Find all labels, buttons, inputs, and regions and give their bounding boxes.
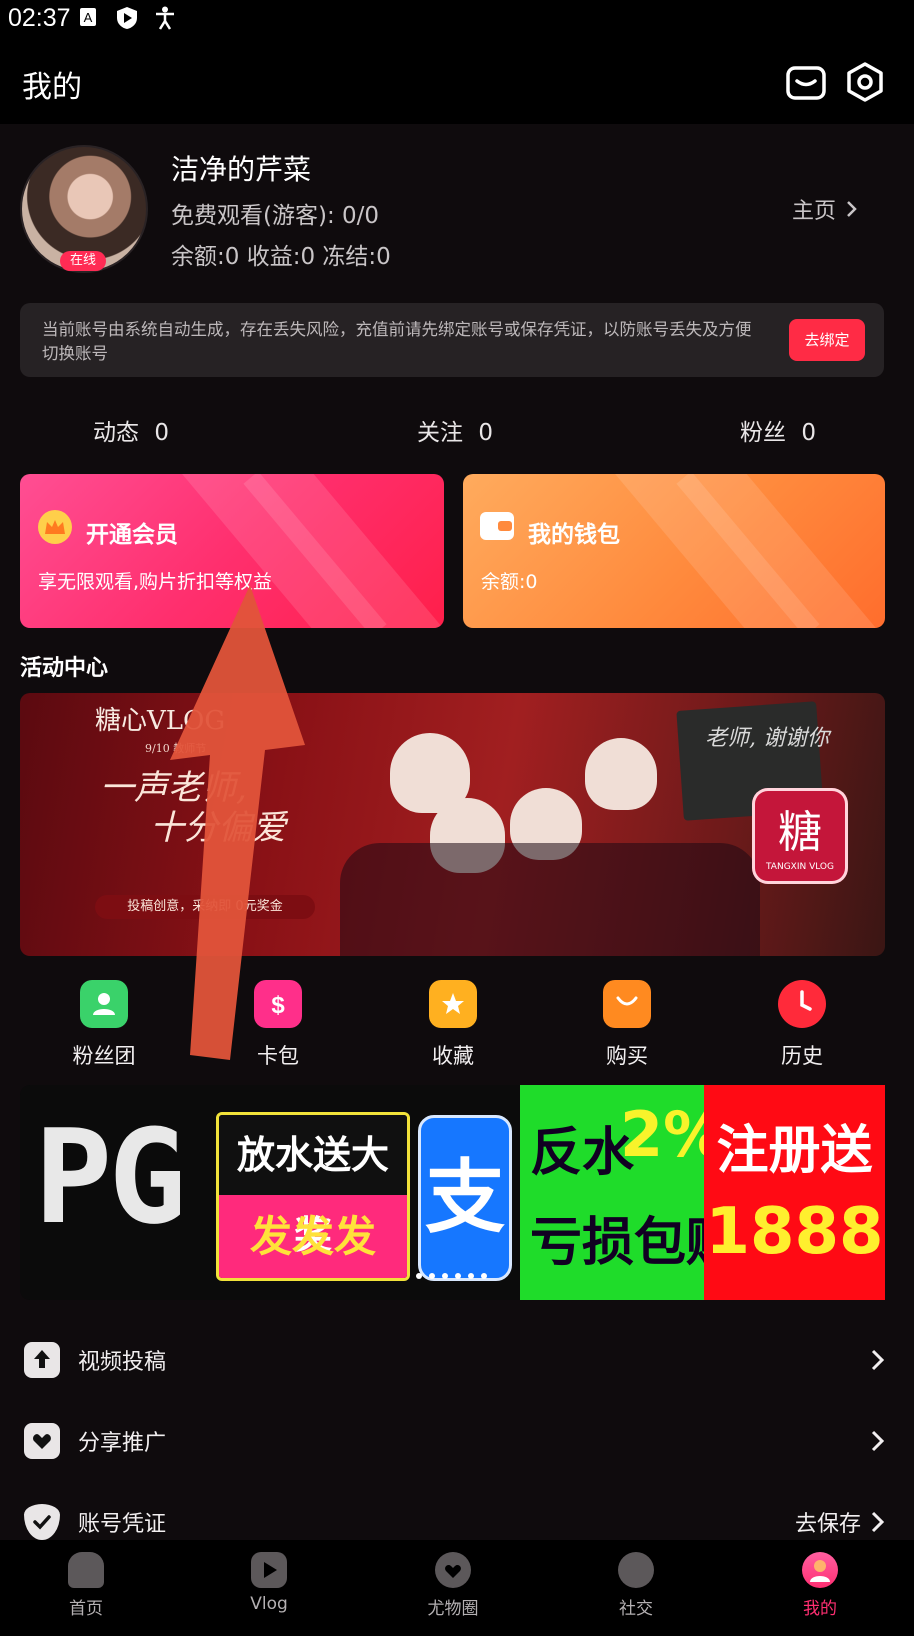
menu-share-promote[interactable]: 分享推广 xyxy=(20,1411,885,1471)
menu-label: 视频投稿 xyxy=(78,1350,167,1375)
tangxin-badge-char: 糖 xyxy=(778,807,822,858)
chevron-right-icon xyxy=(871,1511,885,1533)
stat-following[interactable]: 关注 0 xyxy=(417,413,493,447)
clock-icon xyxy=(778,980,826,1028)
annotation-arrow xyxy=(170,585,305,1060)
play-icon xyxy=(251,1552,287,1588)
nav-label: 我的 xyxy=(803,1599,837,1619)
nav-vlog[interactable]: Vlog xyxy=(209,1552,329,1614)
shortcut-label: 购买 xyxy=(606,1044,648,1068)
bind-account-button[interactable]: 去绑定 xyxy=(789,319,865,361)
menu-right xyxy=(871,1349,885,1371)
wallet-icon xyxy=(480,512,514,540)
svg-text:A: A xyxy=(84,10,93,25)
planet-icon xyxy=(618,1552,654,1588)
nav-label: 尤物圈 xyxy=(427,1599,479,1619)
accessibility-icon xyxy=(154,6,174,30)
share-icon xyxy=(24,1423,60,1459)
shortcut-favorites[interactable]: 收藏 xyxy=(393,980,513,1070)
status-icons: A xyxy=(78,6,174,30)
ad-signup-line2: 1888 xyxy=(705,1195,884,1269)
stat-posts[interactable]: 动态 0 xyxy=(93,413,169,447)
home-icon xyxy=(68,1552,104,1588)
page-title: 我的 xyxy=(22,70,82,105)
shopping-bag-icon xyxy=(603,980,651,1028)
menu-label: 分享推广 xyxy=(78,1431,167,1456)
heart-circle-icon xyxy=(435,1552,471,1588)
ad-prize-top: 放水送大奖 xyxy=(219,1115,407,1257)
menu-label: 账号凭证 xyxy=(78,1512,167,1537)
stat-fans-value: 0 xyxy=(801,420,816,446)
shield-play-icon xyxy=(116,6,137,29)
top-app-bar xyxy=(0,40,914,124)
nav-mine[interactable]: 我的 xyxy=(760,1552,880,1619)
stat-posts-value: 0 xyxy=(154,420,169,446)
font-icon: A xyxy=(78,6,98,28)
online-badge: 在线 xyxy=(60,251,106,271)
wallet-card-subtitle: 余额:0 xyxy=(481,571,538,593)
menu-right: 去保存 xyxy=(795,1506,885,1538)
shortcut-history[interactable]: 历史 xyxy=(742,980,862,1070)
upload-icon xyxy=(24,1342,60,1378)
shortcut-label: 收藏 xyxy=(432,1044,474,1068)
save-credential-link[interactable]: 去保存 xyxy=(795,1506,861,1538)
carousel-dots xyxy=(416,1273,487,1279)
stat-fans-label: 粉丝 xyxy=(740,420,786,446)
tangxin-badge-sub: TANGXIN VLOG xyxy=(766,862,834,872)
vip-card-title: 开通会员 xyxy=(86,522,178,548)
ad-prize-box: 放水送大奖 发发发 xyxy=(216,1112,410,1281)
star-icon xyxy=(429,980,477,1028)
wallet-card-title: 我的钱包 xyxy=(528,522,620,548)
stat-following-label: 关注 xyxy=(417,420,463,446)
stat-posts-label: 动态 xyxy=(93,420,139,446)
chevron-right-icon xyxy=(847,201,857,217)
shortcut-fan-group[interactable]: 粉丝团 xyxy=(44,980,164,1070)
chevron-right-icon xyxy=(871,1430,885,1452)
shortcut-label: 历史 xyxy=(781,1044,823,1068)
homepage-link[interactable]: 主页 xyxy=(792,193,858,225)
stat-fans[interactable]: 粉丝 0 xyxy=(740,413,816,447)
shortcut-purchases[interactable]: 购买 xyxy=(567,980,687,1070)
shield-check-icon xyxy=(24,1504,60,1540)
nav-social[interactable]: 社交 xyxy=(576,1552,696,1619)
alipay-icon: 支 xyxy=(418,1115,512,1281)
nav-label: 社交 xyxy=(619,1599,653,1619)
nav-circle[interactable]: 尤物圈 xyxy=(393,1552,513,1619)
nav-home[interactable]: 首页 xyxy=(26,1552,146,1619)
ad-prize-bottom: 发发发 xyxy=(219,1195,407,1278)
ad-rebate-line1: 反水 xyxy=(530,1123,635,1183)
ad-signup-line1: 注册送 xyxy=(716,1121,873,1181)
menu-right xyxy=(871,1430,885,1452)
fan-group-icon xyxy=(80,980,128,1028)
activity-center-title: 活动中心 xyxy=(20,656,109,681)
chevron-right-icon xyxy=(871,1349,885,1371)
username: 洁净的芹菜 xyxy=(171,153,312,186)
status-time: 02:37 xyxy=(8,4,71,32)
menu-video-submit[interactable]: 视频投稿 xyxy=(20,1330,885,1390)
shortcut-label: 粉丝团 xyxy=(72,1044,136,1068)
wallet-card[interactable] xyxy=(463,474,885,628)
mail-icon[interactable] xyxy=(786,62,826,102)
crown-icon xyxy=(38,510,72,544)
profile-icon xyxy=(802,1552,838,1588)
notice-text: 当前账号由系统自动生成，存在丢失风险，充值前请先绑定账号或保存凭证，以防账号丢失… xyxy=(42,320,752,363)
free-watch-count: 免费观看(游客): 0/0 xyxy=(171,203,380,229)
stat-following-value: 0 xyxy=(478,420,493,446)
nav-label: 首页 xyxy=(69,1599,103,1619)
balance-summary: 余额:0 收益:0 冻结:0 xyxy=(171,244,391,270)
settings-icon[interactable] xyxy=(845,62,885,102)
ad-pg-logo: PG xyxy=(34,1101,187,1253)
homepage-label: 主页 xyxy=(792,199,837,224)
chalkboard-text: 老师, 谢谢你 xyxy=(705,726,829,751)
nav-label: Vlog xyxy=(250,1594,288,1614)
